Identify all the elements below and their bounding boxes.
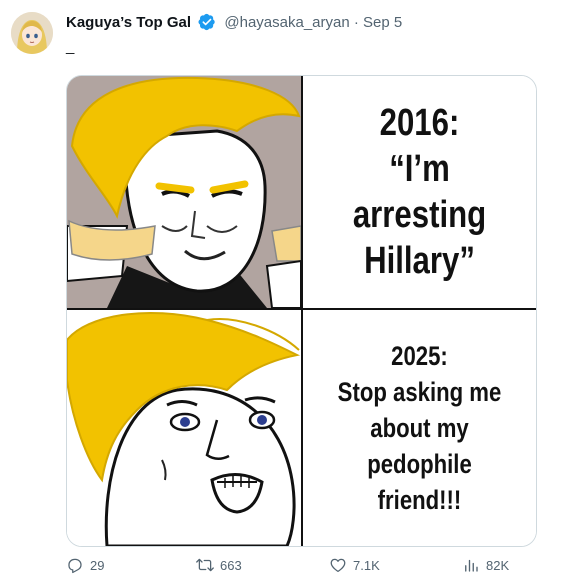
views-button[interactable]: 82K	[462, 556, 509, 574]
caption-bottom-line: 2025:	[391, 341, 448, 371]
meme-panel-text-top: 2016: “I’m arresting Hillary”	[303, 76, 536, 308]
wojak-wine-illustration	[67, 76, 301, 308]
caption-bottom-line: about my	[370, 413, 469, 443]
retweet-button[interactable]: 663	[196, 556, 242, 574]
tweet-text: _	[66, 38, 75, 55]
caption-bottom-line: friend!!!	[377, 485, 462, 515]
reply-count: 29	[90, 557, 105, 573]
caption-bottom-line: Stop asking me	[337, 377, 502, 407]
tweet-date[interactable]: Sep 5	[363, 14, 402, 31]
heart-icon	[330, 558, 346, 573]
wojak-worried-illustration	[67, 310, 301, 546]
meme-panel-image-top	[67, 76, 301, 308]
like-button[interactable]: 7.1K	[329, 556, 380, 574]
caption-top-line: Hillary”	[364, 240, 475, 282]
meme-caption-top: 2016: “I’m arresting Hillary”	[324, 76, 515, 308]
avatar-image	[11, 12, 53, 54]
reply-icon	[68, 558, 82, 574]
avatar[interactable]	[11, 12, 53, 54]
user-handle[interactable]: @hayasaka_aryan	[224, 14, 349, 31]
meme-panel-text-bottom: 2025: Stop asking me about my pedophile …	[303, 310, 536, 546]
retweet-count: 663	[220, 557, 242, 573]
tweet-media[interactable]: 2016: “I’m arresting Hillary” 2025: Stop…	[66, 75, 537, 547]
verified-badge-icon	[198, 13, 215, 31]
tweet-action-bar: 29 663 7.1K 82K	[66, 556, 536, 576]
like-count: 7.1K	[353, 557, 380, 573]
views-count: 82K	[486, 557, 510, 573]
reply-button[interactable]: 29	[66, 556, 104, 574]
display-name[interactable]: Kaguya’s Top Gal	[66, 14, 191, 31]
caption-bottom-line: pedophile	[367, 449, 472, 479]
caption-top-line: arresting	[352, 194, 487, 236]
meme-divider-vertical	[301, 76, 303, 546]
meme-divider-horizontal	[67, 308, 536, 310]
analytics-icon	[465, 559, 478, 572]
meme-panel-image-bottom	[67, 310, 301, 546]
caption-top-line: 2016:	[379, 102, 460, 144]
caption-top-line: “I’m	[389, 148, 450, 190]
retweet-icon	[196, 558, 214, 572]
meme-caption-bottom: 2025: Stop asking me about my pedophile …	[324, 310, 515, 546]
tweet-header: Kaguya’s Top Gal @hayasaka_aryan · Sep 5	[66, 13, 402, 31]
separator-dot: ·	[353, 14, 359, 31]
